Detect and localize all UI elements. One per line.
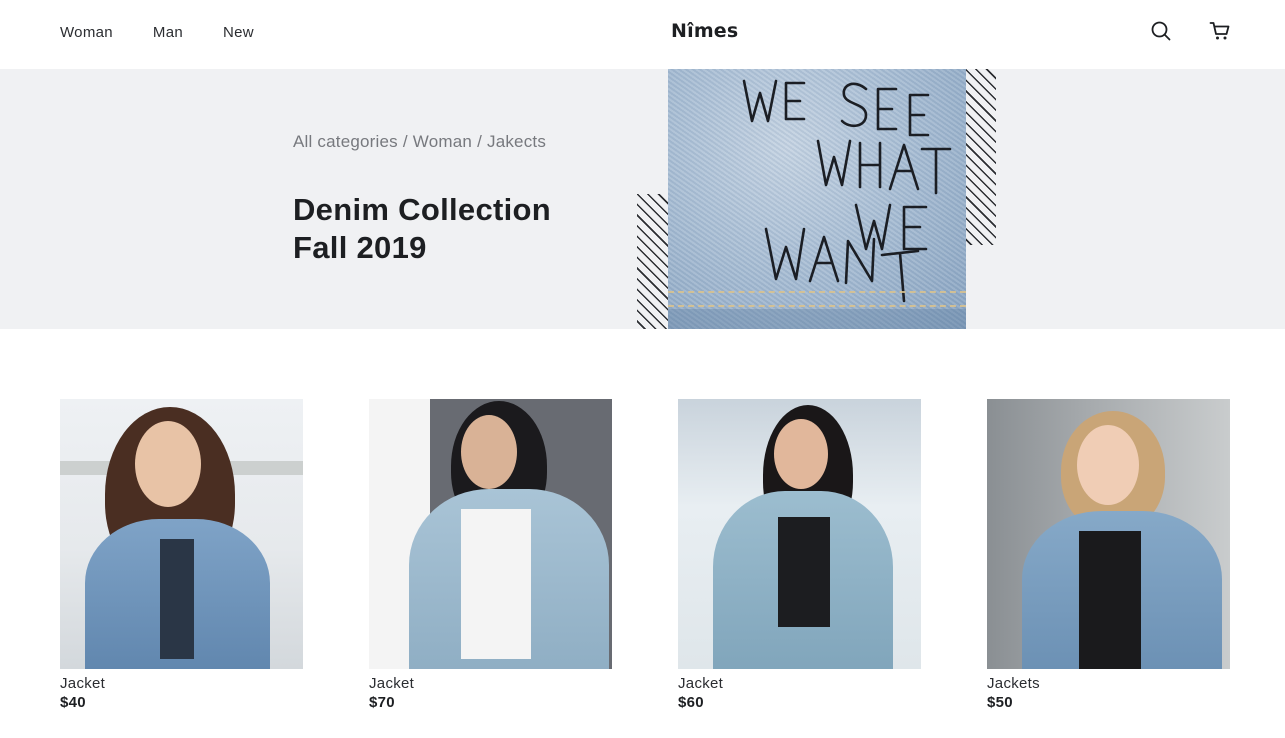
nav-new[interactable]: New — [223, 24, 254, 41]
breadcrumb-separator: / — [477, 132, 482, 151]
product-name[interactable]: Jacket — [678, 675, 921, 693]
nav-man[interactable]: Man — [153, 24, 183, 41]
denim-seam — [668, 305, 966, 307]
nav-woman[interactable]: Woman — [60, 24, 113, 41]
product-name[interactable]: Jacket — [60, 675, 303, 693]
product-card[interactable]: Jackets $50 — [987, 399, 1230, 712]
product-name[interactable]: Jacket — [369, 675, 612, 693]
main-nav: Woman Man New — [60, 24, 294, 41]
product-price: $40 — [60, 694, 86, 711]
product-card[interactable]: Jacket $70 — [369, 399, 612, 712]
breadcrumb-current: Jakects — [487, 132, 547, 151]
product-name[interactable]: Jackets — [987, 675, 1230, 693]
brand-logo[interactable]: Nîmes — [671, 20, 738, 42]
denim-seam — [668, 291, 966, 293]
product-image[interactable] — [987, 399, 1230, 669]
product-card[interactable]: Jacket $60 — [678, 399, 921, 712]
denim-pocket — [668, 309, 966, 329]
product-grid: Jacket $40 Jacket $70 Jacket $60 Jackets — [60, 399, 1230, 719]
page-title-line-2: Fall 2019 — [293, 230, 427, 265]
search-icon[interactable] — [1150, 20, 1172, 42]
product-image[interactable] — [678, 399, 921, 669]
page-title-line-1: Denim Collection — [293, 192, 551, 227]
hero-banner: All categories / Woman / Jakects Denim Colle… — [0, 69, 1285, 329]
cart-icon[interactable] — [1209, 20, 1231, 42]
breadcrumb-all-categories[interactable]: All categories — [293, 132, 398, 151]
site-header: Woman Man New Nîmes — [0, 0, 1285, 69]
product-image[interactable] — [60, 399, 303, 669]
breadcrumb-woman[interactable]: Woman — [413, 132, 472, 151]
product-price: $70 — [369, 694, 395, 711]
denim-hero-image — [668, 69, 966, 329]
hatch-decoration-right — [966, 69, 996, 245]
hatch-decoration-left — [637, 194, 668, 329]
breadcrumb-separator: / — [402, 132, 408, 151]
product-price: $50 — [987, 694, 1013, 711]
page-title: Denim Collection Fall 2019 — [293, 191, 551, 267]
product-card[interactable]: Jacket $40 — [60, 399, 303, 712]
product-price: $60 — [678, 694, 704, 711]
breadcrumb: All categories / Woman / Jakects — [293, 132, 546, 152]
handwritten-text — [742, 79, 952, 303]
product-image[interactable] — [369, 399, 612, 669]
